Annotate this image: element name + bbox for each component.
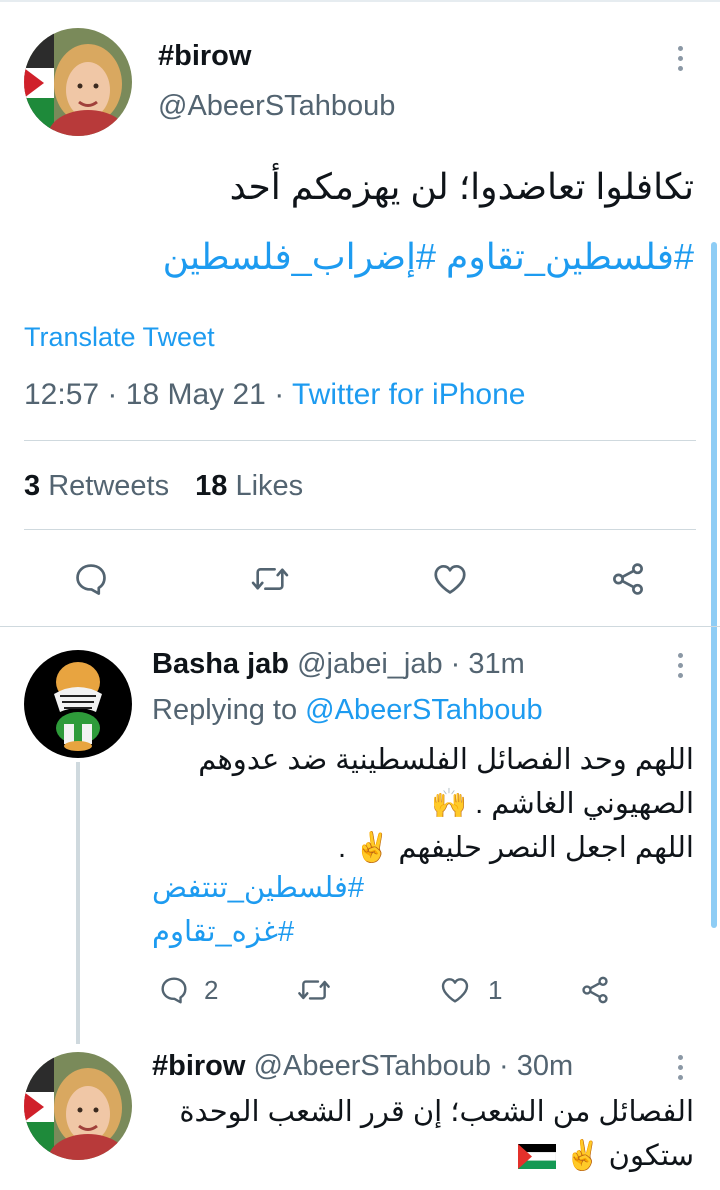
reply2-display-name[interactable]: #birow (152, 1050, 245, 1082)
reply1-line3: اللهم اجعل النصر حليفهم ✌ . (152, 830, 694, 865)
reply1-handle[interactable]: @jabei_jab (297, 648, 443, 680)
reply2-avatar[interactable] (24, 1052, 132, 1160)
replying-to-handle[interactable]: @AbeerSTahboub (305, 694, 542, 726)
engagement-stats: 3 Retweets 18 Likes (24, 470, 303, 503)
retweets-label: Retweets (48, 470, 170, 502)
palestine-flag-icon (518, 1144, 557, 1169)
share-icon[interactable] (578, 974, 612, 1006)
retweet-icon[interactable] (296, 974, 332, 1006)
likes-label: Likes (235, 470, 304, 502)
reply1-display-name[interactable]: Basha jab (152, 648, 289, 680)
reply1-header: Basha jab @jabei_jab · 31m (152, 648, 525, 681)
likes-count: 18 (195, 470, 228, 502)
retweets-stat[interactable]: 3 Retweets (24, 470, 177, 502)
reply2-line2: ستكون ✌ (152, 1138, 694, 1173)
scrollbar[interactable] (711, 242, 717, 928)
reply1-more-icon[interactable] (675, 653, 685, 683)
reply1-line2-text: الصهيوني الغاشم . (475, 788, 694, 820)
translate-tweet-link[interactable]: Translate Tweet (24, 322, 215, 353)
main-handle[interactable]: @AbeerSTahboub (158, 90, 395, 123)
meta-separator: · (107, 378, 118, 411)
meta-separator: · (274, 378, 285, 411)
reply2-line2-text: ستكون (608, 1140, 694, 1172)
victory-hand-emoji: ✌ (354, 832, 391, 864)
reply1-reply-action[interactable]: 2 (158, 974, 218, 1006)
replying-to-label: Replying to (152, 694, 298, 726)
reply1-replying-to: Replying to @AbeerSTahboub (152, 694, 543, 727)
reply2-line1: الفصائل من الشعب؛ إن قرر الشعب الوحدة (179, 1096, 694, 1128)
tweet-meta: 12:57 · 18 May 21 · Twitter for iPhone (24, 378, 525, 412)
tweet-date: 18 May 21 (125, 378, 266, 411)
reply2-header: #birow @AbeerSTahboub · 30m (152, 1050, 573, 1083)
top-border (0, 0, 720, 2)
likes-stat[interactable]: 18 Likes (195, 470, 303, 502)
tweet-source-link[interactable]: Twitter for iPhone (292, 378, 525, 411)
retweets-count: 3 (24, 470, 41, 502)
reply1-reply-count: 2 (204, 974, 219, 1005)
reply2-handle[interactable]: @AbeerSTahboub (254, 1050, 491, 1082)
reply2-more-icon[interactable] (675, 1055, 685, 1085)
main-avatar[interactable] (24, 28, 132, 136)
divider (24, 440, 696, 441)
reply1-line1: اللهم وحد الفصائل الفلسطينية ضد عدوهم (198, 744, 694, 776)
raised-hands-emoji: 🙌 (430, 788, 468, 820)
reply1-line3-end: . (338, 832, 347, 864)
reply1-time[interactable]: 31m (468, 648, 524, 680)
reply1-like-action[interactable]: 1 (438, 974, 502, 1006)
reply2-time[interactable]: 30m (517, 1050, 573, 1082)
divider (24, 529, 696, 530)
reply1-hashtag2[interactable]: #غزه_تقاوم (152, 914, 294, 949)
reply1-line2: الصهيوني الغاشم . 🙌 (152, 786, 694, 821)
tweet-time: 12:57 (24, 378, 100, 411)
reply-icon[interactable] (72, 560, 110, 598)
thread-line (76, 762, 80, 1044)
main-tweet-hashtags[interactable]: #فلسطين_تقاوم #إضراب_فلسطين (40, 236, 694, 278)
victory-hand-emoji: ✌ (564, 1140, 601, 1172)
reply1-like-count: 1 (488, 974, 503, 1005)
like-icon (441, 978, 469, 1003)
reply1-hashtag1[interactable]: #فلسطين_تنتفض (152, 870, 364, 905)
reply1-avatar[interactable] (24, 650, 132, 758)
meta-separator: · (499, 1050, 509, 1082)
share-icon[interactable] (608, 560, 648, 598)
main-display-name[interactable]: #birow (158, 40, 251, 73)
main-tweet-text: تكافلوا تعاضدوا؛ لن يهزمكم أحد (229, 166, 694, 207)
main-more-icon[interactable] (675, 46, 685, 76)
retweet-icon[interactable] (250, 560, 290, 598)
like-icon[interactable] (430, 560, 470, 598)
meta-separator: · (450, 648, 461, 680)
reply1-line3-text: اللهم اجعل النصر حليفهم (398, 832, 694, 864)
reply-icon (161, 977, 187, 1004)
divider (0, 626, 720, 627)
